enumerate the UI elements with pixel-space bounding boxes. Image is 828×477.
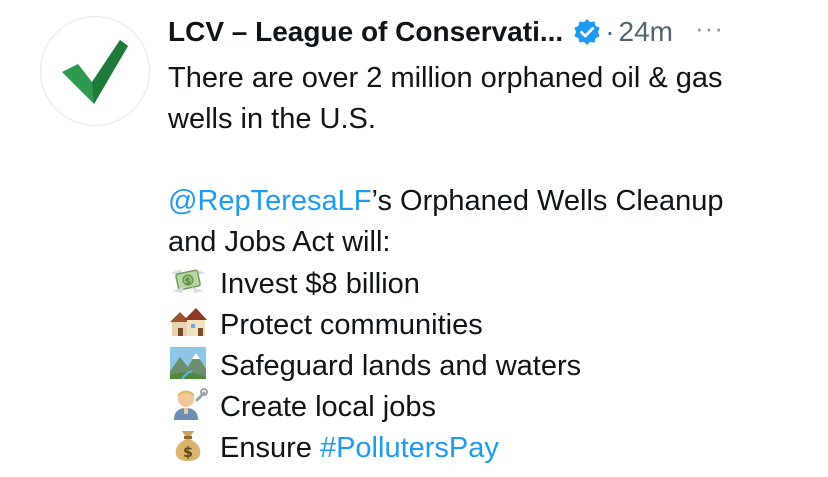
- text-line: There are over 2 million orphaned oil & …: [168, 62, 723, 94]
- mention-suffix: ’s Orphaned Wells Cleanup: [371, 185, 724, 217]
- bullet-text: Safeguard lands and waters: [220, 350, 582, 382]
- text-line: and Jobs Act will:: [168, 226, 391, 258]
- mention-link[interactable]: @RepTeresaLF: [168, 185, 372, 217]
- verified-badge-icon: [573, 18, 601, 46]
- mechanic-icon: [168, 386, 208, 422]
- text-line: wells in the U.S.: [168, 103, 376, 135]
- list-item: Create local jobs: [168, 386, 808, 427]
- tweet-text: There are over 2 million orphaned oil & …: [168, 58, 808, 468]
- account-name[interactable]: LCV – League of Conservati...: [168, 16, 563, 48]
- bullet-text: Protect communities: [220, 309, 483, 341]
- tweet-card[interactable]: LCV – League of Conservati... · 24m ··· …: [0, 0, 828, 477]
- text-line: @RepTeresaLF’s Orphaned Wells Cleanup: [168, 181, 808, 222]
- bullet-text: Invest $8 billion: [220, 268, 420, 300]
- list-item: Safeguard lands and waters: [168, 345, 808, 386]
- money-bag-icon: $: [168, 427, 208, 463]
- bullet-text: Create local jobs: [220, 391, 436, 423]
- svg-text:$: $: [185, 277, 191, 287]
- svg-text:$: $: [183, 445, 193, 461]
- houses-icon: [168, 304, 208, 340]
- money-with-wings-icon: $: [168, 263, 208, 299]
- bullet-text: Ensure: [220, 432, 320, 464]
- avatar[interactable]: [40, 16, 150, 126]
- list-item: $ Invest $8 billion: [168, 263, 808, 304]
- national-park-icon: [168, 345, 208, 381]
- hashtag-link[interactable]: #PollutersPay: [320, 432, 499, 464]
- timestamp[interactable]: 24m: [619, 16, 673, 48]
- checkmark-logo-icon: [62, 40, 128, 104]
- list-item: $ Ensure #PollutersPay: [168, 427, 808, 468]
- more-options-button[interactable]: ···: [695, 13, 724, 44]
- separator-dot: ·: [605, 16, 615, 47]
- tweet-header: LCV – League of Conservati... · 24m ···: [168, 10, 808, 54]
- list-item: Protect communities: [168, 304, 808, 345]
